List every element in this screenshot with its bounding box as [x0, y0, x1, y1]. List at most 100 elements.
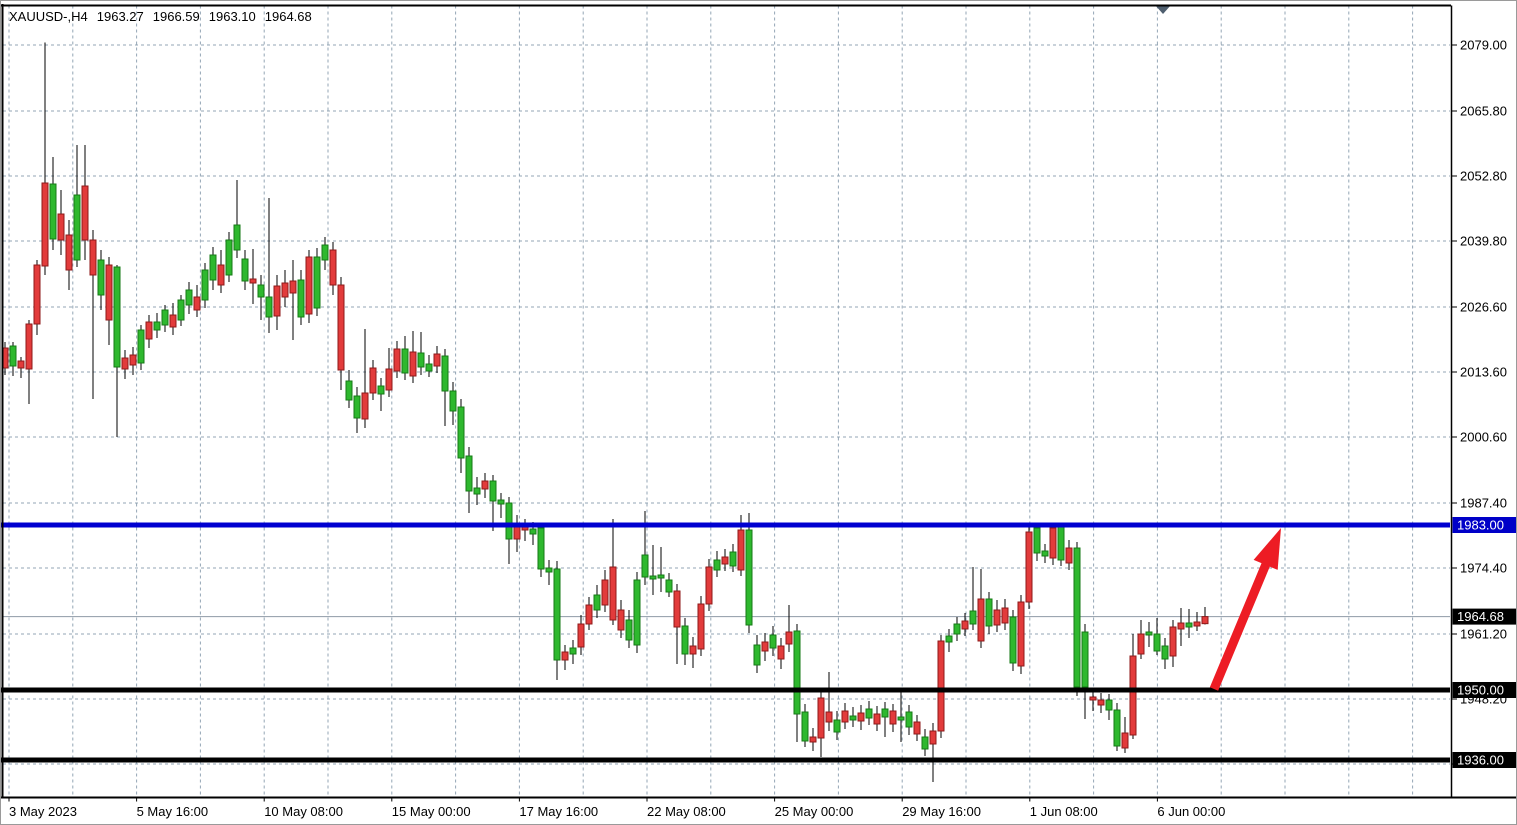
candle-body: [1050, 528, 1056, 558]
candle-body: [314, 257, 320, 308]
candle-body: [1034, 528, 1040, 553]
candle-body: [562, 652, 568, 660]
candle-body: [570, 648, 576, 654]
symbol-period-label: XAUUSD-,H4: [9, 9, 88, 24]
candle-body: [306, 257, 312, 314]
candle-body: [650, 576, 656, 579]
candle-body: [498, 500, 504, 504]
candle-body: [554, 569, 560, 660]
candle-body: [586, 605, 592, 624]
candle-body: [362, 393, 368, 419]
candle-body: [642, 555, 648, 577]
candle-body: [530, 529, 536, 534]
candle-body: [114, 267, 120, 367]
time-axis-label: 15 May 00:00: [392, 804, 471, 819]
time-axis-label: 17 May 16:00: [519, 804, 598, 819]
candle-body: [762, 642, 768, 651]
time-axis-label: 3 May 2023: [9, 804, 77, 819]
candle-body: [466, 456, 472, 491]
chart-symbol-title: XAUUSD-,H4 1963.27 1966.59 1963.10 1964.68: [9, 9, 321, 24]
candle-body: [474, 488, 480, 494]
candle-body: [970, 611, 976, 624]
candle-body: [674, 591, 680, 627]
candle-body: [882, 709, 888, 717]
candle-body: [946, 636, 952, 642]
candle-body: [1154, 634, 1160, 651]
candle-body: [794, 631, 800, 714]
candle-body: [162, 310, 168, 325]
candle-body: [330, 250, 336, 285]
candle-body: [706, 567, 712, 604]
price-tick-label: 1961.20: [1460, 627, 1507, 642]
candle-body: [626, 620, 632, 640]
candle-body: [194, 297, 200, 310]
candle-body: [1170, 627, 1176, 656]
candle-body: [66, 235, 72, 270]
ohlc-high: 1966.59: [153, 9, 200, 24]
candle-body: [1138, 634, 1144, 654]
candle-body: [130, 355, 136, 365]
candle-body: [978, 599, 984, 641]
candle-body: [954, 624, 960, 634]
price-tick-label: 2013.60: [1460, 365, 1507, 380]
candle-body: [866, 709, 872, 718]
candle-body: [802, 712, 808, 741]
ohlc-low: 1963.10: [209, 9, 256, 24]
candle-body: [986, 599, 992, 626]
candle-body: [274, 286, 280, 316]
candle-body: [210, 255, 216, 280]
price-tick-label: 1974.40: [1460, 561, 1507, 576]
candle-body: [1074, 548, 1080, 687]
price-tick-label: 2079.00: [1460, 38, 1507, 53]
candle-body: [82, 186, 88, 240]
candle-body: [458, 407, 464, 458]
candle-body: [602, 580, 608, 605]
price-tick-label: 2000.60: [1460, 430, 1507, 445]
candle-body: [506, 503, 512, 539]
candle-body: [1090, 697, 1096, 700]
candle-body: [1042, 551, 1048, 556]
candle-body: [690, 646, 696, 654]
candle-body: [154, 322, 160, 330]
candle-body: [1066, 548, 1072, 563]
candle-body: [138, 330, 144, 363]
candle-body: [1106, 700, 1112, 710]
candle-body: [298, 280, 304, 317]
candle-body: [810, 737, 816, 742]
candle-body: [370, 368, 376, 393]
candle-body: [266, 297, 272, 317]
candle-body: [898, 717, 904, 720]
price-tick-label: 1987.40: [1460, 496, 1507, 511]
ohlc-open: 1963.27: [97, 9, 144, 24]
candle-body: [962, 621, 968, 629]
candle-body: [258, 285, 264, 297]
candle-body: [450, 391, 456, 411]
candle-body: [410, 352, 416, 376]
candle-body: [1098, 700, 1104, 705]
time-axis-label: 22 May 08:00: [647, 804, 726, 819]
price-axis-band[interactable]: [1451, 1, 1517, 797]
candle-body: [682, 626, 688, 654]
candle-body: [666, 580, 672, 592]
time-axis-label: 10 May 08:00: [264, 804, 343, 819]
candle-body: [594, 595, 600, 610]
candle-body: [434, 354, 440, 366]
candle-body: [930, 731, 936, 744]
candle-body: [426, 364, 432, 371]
candle-body: [698, 604, 704, 649]
ohlc-close: 1964.68: [265, 9, 312, 24]
candle-body: [730, 552, 736, 566]
candle-body: [770, 635, 776, 648]
candlestick-chart[interactable]: 2079.002065.802052.802039.802026.602013.…: [1, 1, 1517, 825]
chart-background: [1, 1, 1517, 825]
candle-body: [722, 557, 728, 564]
mt4-chart-window: XAUUSD-,H4 1963.27 1966.59 1963.10 1964.68 2…: [0, 0, 1517, 825]
candle-body: [610, 567, 616, 620]
candle-body: [1002, 608, 1008, 623]
candle-body: [90, 240, 96, 275]
candle-body: [778, 646, 784, 659]
candle-body: [402, 349, 408, 373]
candle-body: [418, 353, 424, 367]
candle-body: [250, 279, 256, 283]
candle-body: [786, 632, 792, 644]
